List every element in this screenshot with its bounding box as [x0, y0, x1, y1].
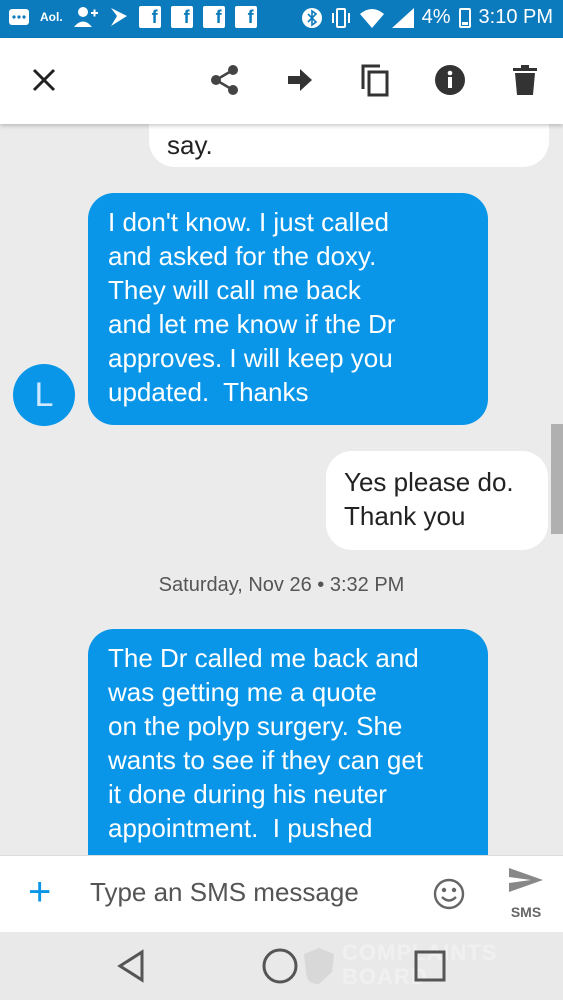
recents-icon[interactable] — [410, 946, 450, 986]
delete-button[interactable] — [501, 56, 549, 104]
share-button[interactable] — [201, 56, 249, 104]
message-line: wants to see if they can get — [108, 745, 424, 775]
message-line: appointment. I pushed — [108, 813, 373, 843]
close-icon — [32, 68, 56, 92]
message-line: Yes please do. — [344, 467, 514, 497]
send-icon — [509, 868, 543, 892]
shield-icon — [304, 948, 334, 984]
message-line: approves. I will keep you — [108, 343, 393, 373]
close-button[interactable] — [20, 56, 68, 104]
signal-icon — [391, 7, 414, 28]
emoji-icon[interactable] — [433, 878, 465, 910]
message-bubble-outgoing[interactable]: say. — [149, 124, 549, 167]
send-button[interactable]: SMS — [503, 864, 549, 926]
message-bubble-outgoing[interactable]: Yes please do. Thank you — [326, 451, 548, 550]
status-right-icons: 4% 3:10 PM — [301, 6, 553, 29]
message-bubble-incoming[interactable]: The Dr called me back and was getting me… — [88, 629, 488, 855]
facebook-icon: f — [234, 6, 257, 28]
attach-button[interactable]: + — [28, 872, 51, 912]
vibrate-icon — [330, 7, 352, 29]
action-toolbar — [0, 38, 563, 124]
more-icon — [8, 8, 30, 26]
message-composer: + SMS — [0, 855, 563, 933]
add-person-icon — [73, 6, 99, 28]
info-button[interactable] — [426, 56, 474, 104]
message-bubble-incoming[interactable]: I don't know. I just called and asked fo… — [88, 193, 488, 425]
battery-percent: 4% — [421, 6, 451, 28]
message-line: say. — [167, 130, 213, 160]
forward-icon — [288, 69, 312, 91]
copy-button[interactable] — [351, 56, 399, 104]
message-line: was getting me a quote — [108, 677, 377, 707]
message-line: on the polyp surgery. She — [108, 711, 403, 741]
message-line: I don't know. I just called — [108, 207, 390, 237]
facebook-icon: f — [138, 6, 161, 28]
send-label: SMS — [510, 904, 542, 920]
forward-button[interactable] — [276, 56, 324, 104]
aol-icon: Aol. — [40, 10, 63, 24]
date-separator: Saturday, Nov 26 • 3:32 PM — [158, 574, 405, 596]
message-line: They will call me back — [108, 275, 361, 305]
back-icon[interactable] — [112, 946, 152, 986]
home-icon[interactable] — [260, 946, 300, 986]
status-bar: Aol. f f f f 4% 3:10 PM — [0, 0, 563, 38]
info-icon — [435, 65, 465, 95]
message-thread[interactable]: say. L I don't know. I just called and a… — [0, 124, 563, 855]
share-icon — [211, 65, 238, 95]
message-line: The Dr called me back and — [108, 643, 419, 673]
sprint-icon — [109, 6, 129, 28]
status-left-icons: Aol. f f f f — [8, 6, 257, 28]
message-input[interactable] — [88, 876, 412, 909]
wifi-icon — [359, 8, 384, 28]
message-line: it done during his neuter — [108, 779, 387, 809]
facebook-icon: f — [170, 6, 193, 28]
facebook-icon: f — [202, 6, 225, 28]
battery-icon — [458, 7, 471, 28]
message-line: Thank you — [344, 501, 466, 531]
avatar[interactable]: L — [13, 364, 75, 426]
plus-icon: + — [28, 870, 52, 914]
scrollbar-thumb[interactable] — [551, 424, 563, 534]
message-line: updated. Thanks — [108, 377, 309, 407]
message-line: and let me know if the Dr — [108, 309, 396, 339]
clock: 3:10 PM — [478, 6, 553, 28]
navigation-bar: COMPLAINTS BOARD — [0, 932, 563, 1000]
copy-icon — [361, 64, 389, 97]
message-line: and asked for the doxy. — [108, 241, 377, 271]
delete-icon — [513, 65, 537, 95]
bluetooth-icon — [301, 7, 322, 29]
